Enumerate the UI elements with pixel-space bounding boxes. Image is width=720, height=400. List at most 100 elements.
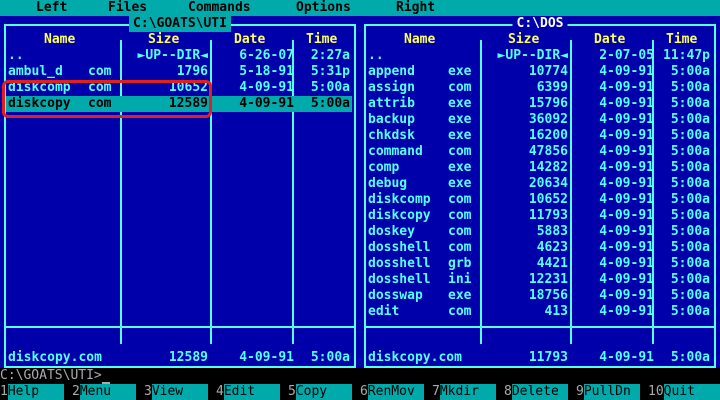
selected-file-row[interactable]: diskcopy com 12589 4-09-91 5:00a	[6, 96, 352, 112]
fkey-number: 7	[432, 384, 440, 399]
file-time: 5:00a	[670, 208, 710, 223]
file-row[interactable]: doskey com 5883 4-09-91 5:00a	[366, 224, 712, 240]
menu-right[interactable]: Right	[396, 0, 435, 16]
fkey-label: Copy	[295, 384, 352, 400]
file-row[interactable]: diskcomp com 10652 4-09-91 5:00a	[366, 192, 712, 208]
header-time[interactable]: Time	[666, 32, 697, 48]
fkey-mkdir[interactable]: 7Mkdir	[432, 384, 496, 400]
file-row[interactable]: chkdsk exe 16200 4-09-91 5:00a	[366, 128, 712, 144]
file-size: 12589	[168, 96, 208, 111]
file-name: diskcopy	[8, 96, 71, 111]
file-name: append	[368, 64, 415, 79]
file-size: 10774	[528, 64, 568, 79]
file-name: comp	[368, 160, 400, 175]
left-panel[interactable]: C:\GOATS\UTI Name Size Date Time .. ►UP--…	[0, 16, 360, 368]
file-size: ►UP--DIR◄	[137, 48, 208, 63]
file-size: 6399	[536, 80, 568, 95]
file-time: 5:00a	[670, 176, 710, 191]
command-line[interactable]: C:\GOATS\UTI>	[0, 368, 720, 384]
file-name: chkdsk	[368, 128, 415, 143]
menu-files[interactable]: Files	[108, 0, 147, 16]
status-date: 4-09-91	[239, 350, 294, 365]
file-row[interactable]: .. ►UP--DIR◄ 2-07-05 11:47p	[366, 48, 712, 64]
file-ext: com	[448, 240, 472, 255]
file-time: 5:00a	[670, 96, 710, 111]
fkey-number: 3	[144, 384, 152, 399]
file-row[interactable]: assign com 6399 4-09-91 5:00a	[366, 80, 712, 96]
fkey-menu[interactable]: 2Menu	[72, 384, 136, 400]
file-row[interactable]: ambul_d com 1796 5-18-91 5:31p	[6, 64, 352, 80]
file-name: ambul_d	[8, 64, 63, 79]
header-time[interactable]: Time	[306, 32, 337, 48]
header-size[interactable]: Size	[508, 32, 539, 48]
file-time: 2:27a	[310, 48, 350, 63]
file-time: 5:00a	[670, 128, 710, 143]
fkey-number: 1	[0, 384, 8, 399]
file-date: 5-18-91	[239, 64, 294, 79]
file-date: 4-09-91	[239, 80, 294, 95]
file-size: 5883	[536, 224, 568, 239]
header-size[interactable]: Size	[148, 32, 179, 48]
file-ext: com	[88, 80, 112, 95]
file-name: ..	[368, 48, 384, 63]
file-ext: ini	[448, 272, 472, 287]
header-date[interactable]: Date	[234, 32, 265, 48]
file-time: 5:00a	[310, 96, 350, 111]
header-name[interactable]: Name	[404, 32, 435, 48]
menu-commands[interactable]: Commands	[188, 0, 251, 16]
file-date: 4-09-91	[599, 224, 654, 239]
left-status-line: diskcopy.com 12589 4-09-91 5:00a	[6, 350, 352, 366]
fkey-pulldn[interactable]: 9PullDn	[576, 384, 640, 400]
status-divider	[364, 326, 714, 328]
menu-bar: Left Files Commands Options Right	[0, 0, 720, 16]
file-row[interactable]: attrib exe 15796 4-09-91 5:00a	[366, 96, 712, 112]
file-date: 4-09-91	[599, 272, 654, 287]
file-row[interactable]: debug exe 20634 4-09-91 5:00a	[366, 176, 712, 192]
menu-options[interactable]: Options	[296, 0, 351, 16]
file-row[interactable]: command com 47856 4-09-91 5:00a	[366, 144, 712, 160]
file-row[interactable]: diskcomp com 10652 4-09-91 5:00a	[6, 80, 352, 96]
file-time: 5:00a	[310, 80, 350, 95]
fkey-copy[interactable]: 5Copy	[288, 384, 352, 400]
header-date[interactable]: Date	[594, 32, 625, 48]
file-row[interactable]: dosswap exe 18756 4-09-91 5:00a	[366, 288, 712, 304]
fkey-edit[interactable]: 4Edit	[216, 384, 280, 400]
right-panel[interactable]: C:\DOS Name Size Date Time .. ►UP--DIR◄ 2-…	[360, 16, 720, 368]
file-row[interactable]: diskcopy com 11793 4-09-91 5:00a	[366, 208, 712, 224]
file-row[interactable]: .. ►UP--DIR◄ 6-26-07 2:27a	[6, 48, 352, 64]
file-size: ►UP--DIR◄	[497, 48, 568, 63]
fkey-help[interactable]: 1Help	[0, 384, 64, 400]
file-row[interactable]: append exe 10774 4-09-91 5:00a	[366, 64, 712, 80]
file-time: 5:00a	[670, 144, 710, 159]
file-date: 4-09-91	[599, 144, 654, 159]
file-ext: com	[88, 64, 112, 79]
file-row[interactable]: edit com 413 4-09-91 5:00a	[366, 304, 712, 320]
file-name: ..	[8, 48, 24, 63]
function-key-bar: 1Help 2Menu 3View 4Edit 5Copy 6RenMov 7Mkdir 8D…	[0, 384, 720, 400]
file-row[interactable]: backup exe 36092 4-09-91 5:00a	[366, 112, 712, 128]
left-panel-path: C:\GOATS\UTI	[129, 16, 231, 32]
file-ext: com	[448, 144, 472, 159]
file-row[interactable]: dosshell com 4623 4-09-91 5:00a	[366, 240, 712, 256]
fkey-quit[interactable]: 10Quit	[648, 384, 720, 400]
file-row[interactable]: dosshell grb 4421 4-09-91 5:00a	[366, 256, 712, 272]
file-ext: exe	[448, 112, 472, 127]
file-ext: com	[448, 192, 472, 207]
fkey-renmov[interactable]: 6RenMov	[360, 384, 424, 400]
menu-left[interactable]: Left	[36, 0, 67, 16]
fkey-number: 10	[648, 384, 664, 399]
file-date: 4-09-91	[599, 176, 654, 191]
status-divider	[4, 326, 354, 328]
file-time: 5:00a	[670, 240, 710, 255]
fkey-number: 6	[360, 384, 368, 399]
fkey-delete[interactable]: 8Delete	[504, 384, 568, 400]
file-size: 15796	[528, 96, 568, 111]
fkey-view[interactable]: 3View	[144, 384, 208, 400]
file-date: 4-09-91	[599, 288, 654, 303]
file-row[interactable]: dosshell ini 12231 4-09-91 5:00a	[366, 272, 712, 288]
fkey-label: Quit	[663, 384, 720, 400]
file-date: 4-09-91	[599, 192, 654, 207]
header-name[interactable]: Name	[44, 32, 75, 48]
file-row[interactable]: comp exe 14282 4-09-91 5:00a	[366, 160, 712, 176]
file-size: 10652	[528, 192, 568, 207]
